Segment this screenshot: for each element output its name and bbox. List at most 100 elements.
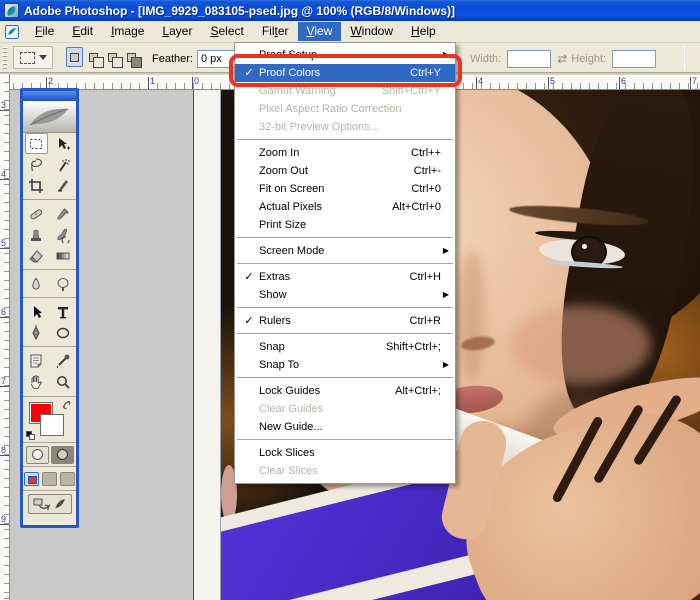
imageready-row (23, 490, 76, 516)
menu-bar-items: FileEditImageLayerSelectFilterViewWindow… (26, 22, 445, 41)
menu-window[interactable]: Window (341, 22, 402, 41)
fullscreen-with-menu-button[interactable] (42, 472, 57, 486)
menu-edit[interactable]: Edit (63, 22, 102, 41)
tool-clone-stamp[interactable] (23, 224, 50, 245)
chevron-down-icon (39, 55, 47, 60)
menu-item-fit-on-screen[interactable]: Fit on ScreenCtrl+0 (235, 180, 455, 198)
standard-screen-mode-button[interactable] (24, 472, 39, 486)
menu-item-screen-mode[interactable]: Screen Mode▶ (235, 242, 455, 260)
menu-file[interactable]: File (26, 22, 63, 41)
tool-zoom[interactable] (50, 371, 77, 392)
tool-path-selection[interactable] (23, 301, 50, 322)
ruler-number: 4 (1, 169, 6, 179)
menu-item-extras[interactable]: ✓ExtrasCtrl+H (235, 268, 455, 286)
tool-lasso[interactable] (23, 154, 50, 175)
menu-item-zoom-out[interactable]: Zoom OutCtrl+- (235, 162, 455, 180)
ruler-tick (192, 77, 193, 89)
menu-item-shortcut: Shift+Ctrl+; (386, 338, 441, 356)
vertical-ruler[interactable]: 3456789 (0, 74, 10, 600)
tool-pen[interactable] (23, 322, 50, 343)
menu-item-label: Fit on Screen (259, 180, 411, 198)
menu-item-snap[interactable]: SnapShift+Ctrl+; (235, 338, 455, 356)
tool-dodge[interactable] (50, 273, 77, 294)
tool-move[interactable] (50, 133, 77, 154)
menu-item-label: New Guide... (259, 418, 449, 436)
tool-crop[interactable] (23, 175, 50, 196)
menu-item-label: Clear Guides (259, 400, 449, 418)
intersect-selection-button[interactable] (123, 47, 140, 67)
menu-item-proof-colors[interactable]: ✓Proof ColorsCtrl+Y (235, 64, 455, 82)
checkmark-icon: ✓ (239, 312, 259, 330)
tool-brush[interactable] (50, 203, 77, 224)
menu-item-lock-guides[interactable]: Lock GuidesAlt+Ctrl+; (235, 382, 455, 400)
menu-item-label: Proof Colors (259, 64, 410, 82)
new-selection-button[interactable] (66, 47, 83, 67)
menu-item-actual-pixels[interactable]: Actual PixelsAlt+Ctrl+0 (235, 198, 455, 216)
menu-item-label: Snap (259, 338, 386, 356)
default-colors-icon[interactable] (26, 431, 36, 440)
menu-select[interactable]: Select (201, 22, 252, 41)
ruler-tick (0, 248, 9, 249)
tool-eraser[interactable] (23, 245, 50, 266)
height-input[interactable] (612, 50, 656, 68)
menu-item-new-guide[interactable]: New Guide... (235, 418, 455, 436)
menu-item-label: Clear Slices (259, 462, 449, 480)
ruler-tick (0, 455, 9, 456)
edit-in-imageready-button[interactable] (28, 494, 72, 514)
options-bar-grip[interactable] (3, 47, 7, 69)
tool-rectangular-marquee[interactable] (25, 133, 48, 154)
menu-item-clear-guides: Clear Guides (235, 400, 455, 418)
menu-filter[interactable]: Filter (253, 22, 298, 41)
tool-slice[interactable] (50, 175, 77, 196)
menu-image[interactable]: Image (102, 22, 153, 41)
toolbox-title-bar[interactable] (23, 91, 76, 101)
selection-mode-buttons (66, 47, 140, 67)
menu-item-label: Show (259, 286, 441, 304)
menu-item-show[interactable]: Show▶ (235, 286, 455, 304)
menu-item-rulers[interactable]: ✓RulersCtrl+R (235, 312, 455, 330)
menu-item-proof-setup[interactable]: Proof Setup▶ (235, 46, 455, 64)
ruler-number: 2 (48, 76, 53, 86)
width-input[interactable] (507, 50, 551, 68)
menu-item-gamut-warning: Gamut WarningShift+Ctrl+Y (235, 82, 455, 100)
tool-type[interactable] (50, 301, 77, 322)
tool-history-brush[interactable] (50, 224, 77, 245)
menu-item-shortcut: Ctrl+- (414, 162, 441, 180)
subtract-from-selection-button[interactable] (104, 47, 121, 67)
fullscreen-mode-button[interactable] (60, 472, 75, 486)
tool-eyedropper[interactable] (50, 350, 77, 371)
menu-layer[interactable]: Layer (153, 22, 201, 41)
tool-hand[interactable] (23, 371, 50, 392)
window-title: Adobe Photoshop - [IMG_9929_083105-psed.… (24, 4, 455, 18)
menu-help[interactable]: Help (402, 22, 445, 41)
tool-notes[interactable] (23, 350, 50, 371)
tool-gradient[interactable] (50, 245, 77, 266)
swap-dimensions-icon[interactable]: ⇄ (557, 52, 565, 66)
tool-magic-wand[interactable] (50, 154, 77, 175)
checkmark-icon: ✓ (239, 64, 259, 82)
menu-item-label: Extras (259, 268, 410, 286)
menu-item-print-size[interactable]: Print Size (235, 216, 455, 234)
tool-preset-button[interactable] (13, 46, 53, 69)
ruler-tick (0, 524, 9, 525)
menu-item-lock-slices[interactable]: Lock Slices (235, 444, 455, 462)
tool-shape[interactable] (50, 322, 77, 343)
menu-view[interactable]: View (298, 22, 342, 41)
ruler-number: 6 (621, 76, 626, 86)
swap-colors-icon[interactable] (62, 400, 73, 411)
menu-item-label: Screen Mode (259, 242, 441, 260)
add-to-selection-button[interactable] (85, 47, 102, 67)
ruler-number: 7 (1, 376, 6, 386)
tool-blur[interactable] (23, 273, 50, 294)
tool-healing-brush[interactable] (23, 203, 50, 224)
menu-item-32-bit-preview-options: 32-bit Preview Options... (235, 118, 455, 136)
ruler-tick (0, 110, 9, 111)
submenu-arrow-icon: ▶ (441, 46, 449, 64)
menu-item-label: 32-bit Preview Options... (259, 118, 449, 136)
ruler-number: 5 (550, 76, 555, 86)
menu-item-snap-to[interactable]: Snap To▶ (235, 356, 455, 374)
menu-item-zoom-in[interactable]: Zoom InCtrl++ (235, 144, 455, 162)
standard-mode-button[interactable] (26, 446, 49, 464)
background-color-swatch[interactable] (40, 414, 64, 436)
quick-mask-mode-button[interactable] (51, 446, 74, 464)
